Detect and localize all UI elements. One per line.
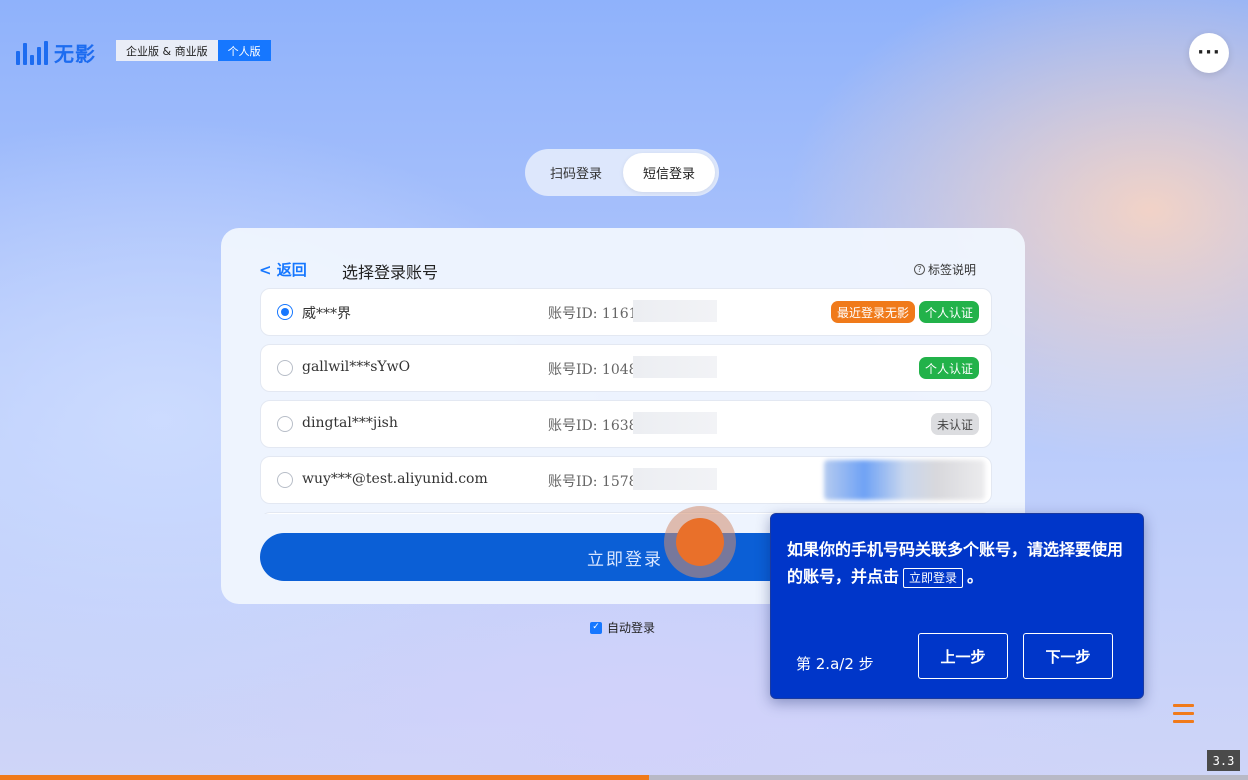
radio-icon[interactable] — [277, 360, 293, 376]
badge-recent-login: 最近登录无影 — [830, 301, 915, 323]
badge-personal-verified: 个人认证 — [918, 357, 979, 379]
edition-switcher: 企业版 & 商业版 个人版 — [116, 40, 271, 61]
account-id: 账号ID: 16382 — [548, 418, 647, 434]
account-item[interactable]: dingtal***jish 账号ID: 16382 未认证 — [260, 400, 992, 448]
label-help-link[interactable]: ? 标签说明 — [914, 261, 976, 278]
back-link[interactable]: < 返回 — [259, 259, 307, 280]
account-list[interactable]: 威***界 账号ID: 11612 最近登录无影 个人认证 gallwil***… — [260, 288, 992, 514]
edition-enterprise-tab[interactable]: 企业版 & 商业版 — [116, 40, 218, 61]
edition-personal-tab[interactable]: 个人版 — [217, 40, 271, 61]
account-badges: 未认证 — [930, 413, 979, 435]
badge-personal-verified: 个人认证 — [918, 301, 979, 323]
checkbox-icon[interactable]: ✓ — [590, 621, 602, 634]
account-id-mask — [633, 300, 717, 322]
click-indicator-icon — [664, 506, 736, 578]
logo-text: 无影 — [54, 42, 96, 66]
logo: 无影 — [16, 38, 96, 67]
account-name: gallwil***sYwO — [302, 359, 411, 375]
previous-step-button[interactable]: 上一步 — [918, 633, 1008, 679]
account-id: 账号ID: 15786 — [548, 474, 647, 490]
account-badges: 个人认证 — [918, 357, 979, 379]
tab-qr-login[interactable]: 扫码登录 — [529, 153, 623, 192]
login-method-tabs: 扫码登录 短信登录 — [525, 149, 719, 196]
account-item[interactable]: gallwil***sYwO 账号ID: 10481 个人认证 — [260, 344, 992, 392]
next-step-button[interactable]: 下一步 — [1023, 633, 1113, 679]
logo-icon — [16, 40, 48, 65]
tutorial-popover: 如果你的手机号码关联多个账号，请选择要使用的账号，并点击 立即登录。 第 2.a/… — [770, 513, 1144, 699]
menu-icon[interactable] — [1173, 704, 1194, 728]
version-label: 3.3 — [1207, 750, 1240, 771]
account-name: wuy***@test.aliyunid.com — [302, 471, 488, 487]
tutorial-text: 如果你的手机号码关联多个账号，请选择要使用的账号，并点击 立即登录。 — [787, 536, 1137, 590]
tutorial-text-end: 。 — [967, 567, 984, 586]
tutorial-inline-button: 立即登录 — [903, 568, 964, 588]
tab-sms-login[interactable]: 短信登录 — [622, 153, 715, 192]
blurred-badge — [824, 460, 985, 500]
radio-icon[interactable] — [277, 416, 293, 432]
account-name: dingtal***jish — [302, 415, 398, 431]
radio-icon[interactable] — [277, 304, 293, 320]
radio-icon[interactable] — [277, 472, 293, 488]
progress-fill — [0, 775, 649, 780]
account-id-mask — [633, 468, 717, 490]
account-id: 账号ID: 10481 — [548, 362, 647, 378]
account-name: 威***界 — [302, 306, 351, 322]
card-title: 选择登录账号 — [342, 263, 439, 282]
more-icon: ··· — [1197, 42, 1221, 63]
auto-login-label: 自动登录 — [607, 621, 656, 635]
label-help-text: 标签说明 — [928, 263, 977, 277]
auto-login-checkbox[interactable]: ✓ 自动登录 — [590, 619, 655, 636]
badge-unverified: 未认证 — [930, 413, 979, 435]
account-id: 账号ID: 11612 — [548, 306, 647, 322]
progress-bar[interactable] — [0, 775, 1248, 780]
account-id-mask — [633, 412, 717, 434]
account-id-mask — [633, 356, 717, 378]
more-button[interactable]: ··· — [1189, 33, 1229, 73]
account-item[interactable]: 威***界 账号ID: 11612 最近登录无影 个人认证 — [260, 288, 992, 336]
help-icon: ? — [914, 264, 925, 275]
account-item[interactable]: wuy***@test.aliyunid.com 账号ID: 15786 — [260, 456, 992, 504]
account-badges: 最近登录无影 个人认证 — [830, 301, 979, 323]
tutorial-step: 第 2.a/2 步 — [796, 655, 874, 673]
